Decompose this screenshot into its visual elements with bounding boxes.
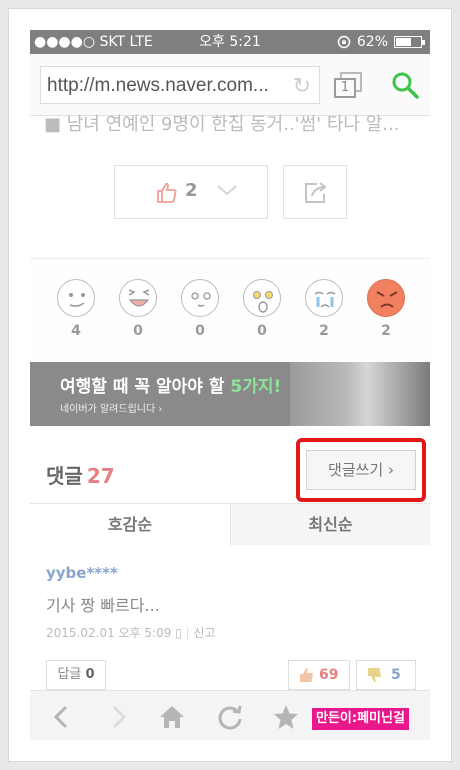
emotion-count: 0 xyxy=(257,323,267,339)
phone-screen: ●●●●○ SKT LTE 오후 5:21 62% http://m.news.… xyxy=(30,30,430,740)
thumbs-up-icon xyxy=(157,182,177,203)
emotion-reactions: 4 0 0 0 2 2 xyxy=(30,258,430,362)
battery-percent: 62% xyxy=(356,34,388,50)
highlight-annotation-box xyxy=(296,438,426,502)
watermark-label: 만든이:페미닌걸 xyxy=(312,708,409,730)
ad-banner[interactable]: 여행할 때 꼭 알아야 할 5가지! 네이버가 알려드립니다 › xyxy=(30,362,430,426)
banner-photo xyxy=(290,362,430,426)
emotion-item[interactable]: 0 xyxy=(240,279,284,339)
emotion-count: 0 xyxy=(195,323,205,339)
comment-text: 기사 짱 빠르다... xyxy=(46,596,160,615)
comment-meta: 2015.02.01 오후 5:09 ▯ | 신고 xyxy=(46,626,216,640)
thumbs-up-face-icon xyxy=(57,279,95,317)
banner-subtitle: 네이버가 알려드립니다 › xyxy=(60,404,163,415)
like-button[interactable]: 2 xyxy=(114,165,268,219)
angry-face-icon xyxy=(367,279,405,317)
emotion-item[interactable]: 4 xyxy=(54,279,98,339)
search-icon[interactable] xyxy=(390,70,420,100)
comment-like-count: 69 xyxy=(319,667,339,683)
emotion-count: 2 xyxy=(381,323,391,339)
home-icon[interactable] xyxy=(158,703,186,731)
browser-address-bar: http://m.news.naver.com... ↻ 1 xyxy=(30,54,430,116)
emotion-count: 2 xyxy=(319,323,329,339)
article-headline[interactable]: ■ 남녀 연예인 9명이 한집 동거..'썸' 타나 알... xyxy=(44,110,424,136)
laughing-face-icon xyxy=(119,279,157,317)
comments-heading: 댓글 27 xyxy=(46,464,115,488)
comment-like-button[interactable]: 69 xyxy=(288,660,350,690)
comment-dislike-button[interactable]: 5 xyxy=(356,660,416,690)
comment-dislike-count: 5 xyxy=(391,667,401,683)
reply-count: 0 xyxy=(85,667,95,682)
banner-title: 여행할 때 꼭 알아야 할 5가지! xyxy=(60,377,282,397)
tab-latest[interactable]: 최신순 xyxy=(230,504,430,545)
shocked-face-icon xyxy=(243,279,281,317)
refresh-icon[interactable] xyxy=(216,703,244,731)
emotion-count: 4 xyxy=(71,323,81,339)
crying-face-icon xyxy=(305,279,343,317)
heart-eyes-face-icon xyxy=(181,279,219,317)
chevron-down-icon[interactable] xyxy=(215,178,239,202)
tabs-button[interactable]: 1 xyxy=(334,72,362,98)
bookmark-star-icon[interactable] xyxy=(272,703,300,731)
thumbs-up-icon xyxy=(300,668,313,682)
back-arrow-icon[interactable] xyxy=(48,703,76,731)
tab-popular[interactable]: 호감순 xyxy=(30,504,230,545)
emotion-item[interactable]: 2 xyxy=(364,279,408,339)
like-count: 2 xyxy=(185,180,198,201)
thumbs-down-icon xyxy=(368,668,381,682)
comment-sort-tabs: 호감순 최신순 xyxy=(30,503,430,545)
tab-count: 1 xyxy=(334,78,356,98)
comment-count: 27 xyxy=(86,464,115,488)
lock-rotation-icon xyxy=(337,35,351,49)
phone-icon: ▯ xyxy=(175,626,182,640)
emotion-count: 0 xyxy=(133,323,143,339)
comment-timestamp: 2015.02.01 오후 5:09 xyxy=(46,626,172,640)
forward-arrow-icon[interactable] xyxy=(104,703,132,731)
share-icon xyxy=(305,182,327,203)
emotion-item[interactable]: 0 xyxy=(116,279,160,339)
report-link[interactable]: 신고 xyxy=(194,626,216,640)
reload-icon[interactable]: ↻ xyxy=(293,67,311,105)
emotion-item[interactable]: 0 xyxy=(178,279,222,339)
emotion-item[interactable]: 2 xyxy=(302,279,346,339)
reply-button[interactable]: 답글 0 xyxy=(46,660,106,690)
share-button[interactable] xyxy=(283,165,347,219)
url-field[interactable]: http://m.news.naver.com... ↻ xyxy=(40,66,320,104)
battery-icon xyxy=(394,36,425,48)
comment-author[interactable]: yybe**** xyxy=(46,564,118,582)
url-text: http://m.news.naver.com... xyxy=(47,75,269,96)
status-bar: ●●●●○ SKT LTE 오후 5:21 62% xyxy=(30,30,430,54)
